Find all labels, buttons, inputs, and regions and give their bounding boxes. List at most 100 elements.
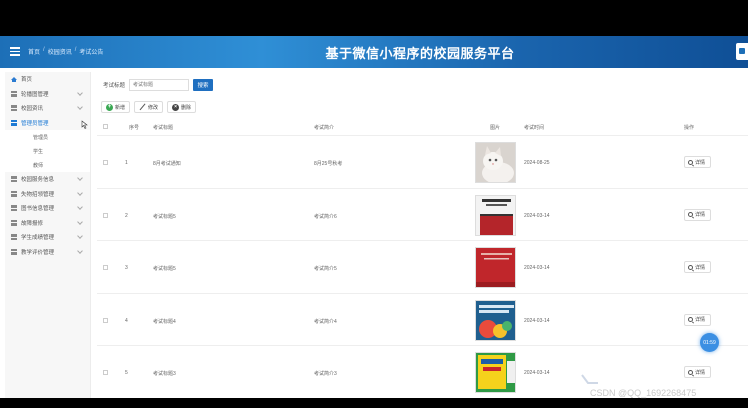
- sidebar-item-label: 图书信息管理: [21, 206, 55, 213]
- breadcrumb-home[interactable]: 首页: [28, 47, 40, 56]
- breadcrumb-exam-notice: 考试公告: [79, 50, 104, 56]
- sidebar-item-label: 校园资讯: [21, 106, 44, 113]
- header-user-button[interactable]: [736, 43, 748, 60]
- search-button[interactable]: 搜索: [193, 79, 214, 91]
- sidebar-submenu-admin: 管理员 学生 教师: [5, 130, 90, 172]
- grid-icon: [11, 119, 17, 126]
- grid-icon: [11, 205, 17, 212]
- sidebar-item-carousel[interactable]: 轮播图管理: [5, 87, 90, 102]
- grid-icon: [11, 105, 17, 112]
- chevron-down-icon: [77, 89, 83, 96]
- app-window: 首页 / 校园资讯 / 考试公告 基于微信小程序的校园服务平台 首页 轮播图管理: [0, 36, 748, 398]
- add-button[interactable]: + 新增: [101, 101, 131, 113]
- search-input[interactable]: [129, 79, 190, 91]
- cell-index: 2: [125, 212, 128, 219]
- exam-table: 序号 考试标题 考试简介 图片 考试时间 操作 1 8月考试通知 8月25号秋考: [97, 118, 748, 398]
- sidebar-item-books[interactable]: 图书信息管理: [5, 201, 90, 216]
- edit-button[interactable]: 修改: [134, 101, 164, 113]
- user-icon: [739, 48, 745, 54]
- cell-image-book: [475, 247, 516, 288]
- breadcrumb: 首页 / 校园资讯 / 考试公告: [28, 47, 103, 56]
- sidebar-subitem-teacher[interactable]: 教师: [5, 158, 90, 172]
- cell-date: 2024-03-14: [524, 370, 550, 376]
- sidebar-item-repair[interactable]: 故障报修: [5, 216, 90, 231]
- sidebar-subitem-student[interactable]: 学生: [5, 144, 90, 158]
- search-icon: [688, 212, 693, 217]
- plus-icon: +: [106, 103, 113, 111]
- sidebar-item-evaluation[interactable]: 教学评价管理: [5, 245, 90, 260]
- detail-button-label: 详情: [695, 369, 706, 376]
- column-header-image: 图片: [490, 125, 501, 131]
- sidebar-item-label: 管理员管理: [21, 120, 49, 127]
- detail-button-label: 详情: [695, 264, 706, 271]
- detail-button[interactable]: 详情: [684, 261, 711, 273]
- app-root: 首页 / 校园资讯 / 考试公告 基于微信小程序的校园服务平台 首页 轮播图管理: [0, 0, 748, 408]
- search-icon: [688, 264, 693, 270]
- cell-image-book: [475, 194, 516, 236]
- search-icon: [688, 369, 693, 375]
- pencil-icon: [139, 103, 146, 111]
- detail-button[interactable]: 详情: [684, 366, 711, 378]
- detail-button[interactable]: 详情: [684, 313, 711, 326]
- delete-button[interactable]: × 删除: [167, 101, 197, 113]
- chevron-down-icon: [77, 175, 83, 181]
- row-checkbox[interactable]: [103, 212, 108, 218]
- breadcrumb-news[interactable]: 校园资讯: [48, 47, 72, 56]
- detail-button[interactable]: 详情: [684, 156, 711, 168]
- chevron-down-icon: [77, 189, 83, 196]
- cell-intro: 8月25号秋考: [314, 161, 343, 167]
- cell-title: 考试标题5: [153, 213, 176, 220]
- delete-button-label: 删除: [181, 104, 192, 111]
- cell-title: 考试标题4: [153, 318, 176, 325]
- search-icon: [688, 159, 693, 165]
- grid-icon: [11, 248, 17, 255]
- sidebar-item-lost-found[interactable]: 失物招领管理: [5, 187, 90, 202]
- sidebar-item-label: 轮播图管理: [21, 91, 49, 98]
- sidebar-item-label: 失物招领管理: [21, 191, 55, 198]
- sidebar-item-campus-news[interactable]: 校园资讯: [5, 101, 90, 116]
- table-row: 1 8月考试通知 8月25号秋考 2024-08-25 详情: [97, 136, 748, 189]
- chevron-down-icon: [77, 247, 83, 254]
- cell-index: 1: [125, 160, 128, 166]
- chevron-down-icon: [77, 204, 83, 210]
- cell-intro: 考试简介4: [314, 318, 337, 325]
- cell-index: 4: [125, 317, 128, 324]
- sidebar-item-campus-service[interactable]: 校园服务信息: [5, 172, 90, 187]
- row-checkbox[interactable]: [103, 160, 108, 165]
- grid-icon: [11, 190, 17, 197]
- search-icon: [688, 317, 693, 322]
- cell-index: 5: [125, 370, 128, 376]
- grid-icon: [11, 90, 17, 97]
- row-checkbox[interactable]: [103, 370, 108, 375]
- cell-intro: 考试简介6: [314, 213, 337, 220]
- cell-image-book: [475, 299, 516, 341]
- sidebar-item-grades[interactable]: 学生成绩管理: [5, 230, 90, 245]
- search-label: 考试标题: [103, 83, 126, 89]
- menu-icon[interactable]: [10, 47, 20, 56]
- main-content: 考试标题 搜索 + 新增 修改 × 删除: [97, 72, 748, 398]
- close-circle-icon: ×: [172, 103, 180, 111]
- row-checkbox[interactable]: [103, 265, 108, 270]
- detail-button-label: 详情: [695, 212, 706, 218]
- detail-button[interactable]: 详情: [684, 208, 711, 221]
- breadcrumb-separator: /: [74, 47, 77, 53]
- watermark-text: CSDN @QQ_1692268475: [590, 388, 697, 398]
- column-header-title: 考试标题: [153, 125, 174, 131]
- watermark-logo-icon: [581, 374, 598, 384]
- cell-image-cat: [475, 142, 516, 183]
- sidebar-item-home[interactable]: 首页: [5, 72, 90, 87]
- table-row: 4 考试标题4 考试简介4 2024-03-14 详情: [97, 294, 748, 346]
- row-checkbox[interactable]: [103, 317, 108, 323]
- edit-button-label: 修改: [148, 104, 159, 111]
- chevron-down-icon: [77, 218, 83, 225]
- cell-title: 8月考试通知: [153, 161, 181, 167]
- select-all-checkbox[interactable]: [103, 124, 108, 129]
- sidebar-subitem-admin[interactable]: 管理员: [5, 130, 90, 144]
- sidebar-item-label: 首页: [21, 77, 33, 84]
- column-header-date: 考试时间: [524, 125, 545, 131]
- sidebar-item-admin[interactable]: 管理员管理: [5, 116, 90, 131]
- column-header-index: 序号: [129, 125, 140, 131]
- sidebar-item-label: 故障报修: [21, 220, 44, 227]
- grid-icon: [11, 219, 17, 226]
- top-header: 首页 / 校园资讯 / 考试公告 基于微信小程序的校园服务平台: [0, 36, 748, 68]
